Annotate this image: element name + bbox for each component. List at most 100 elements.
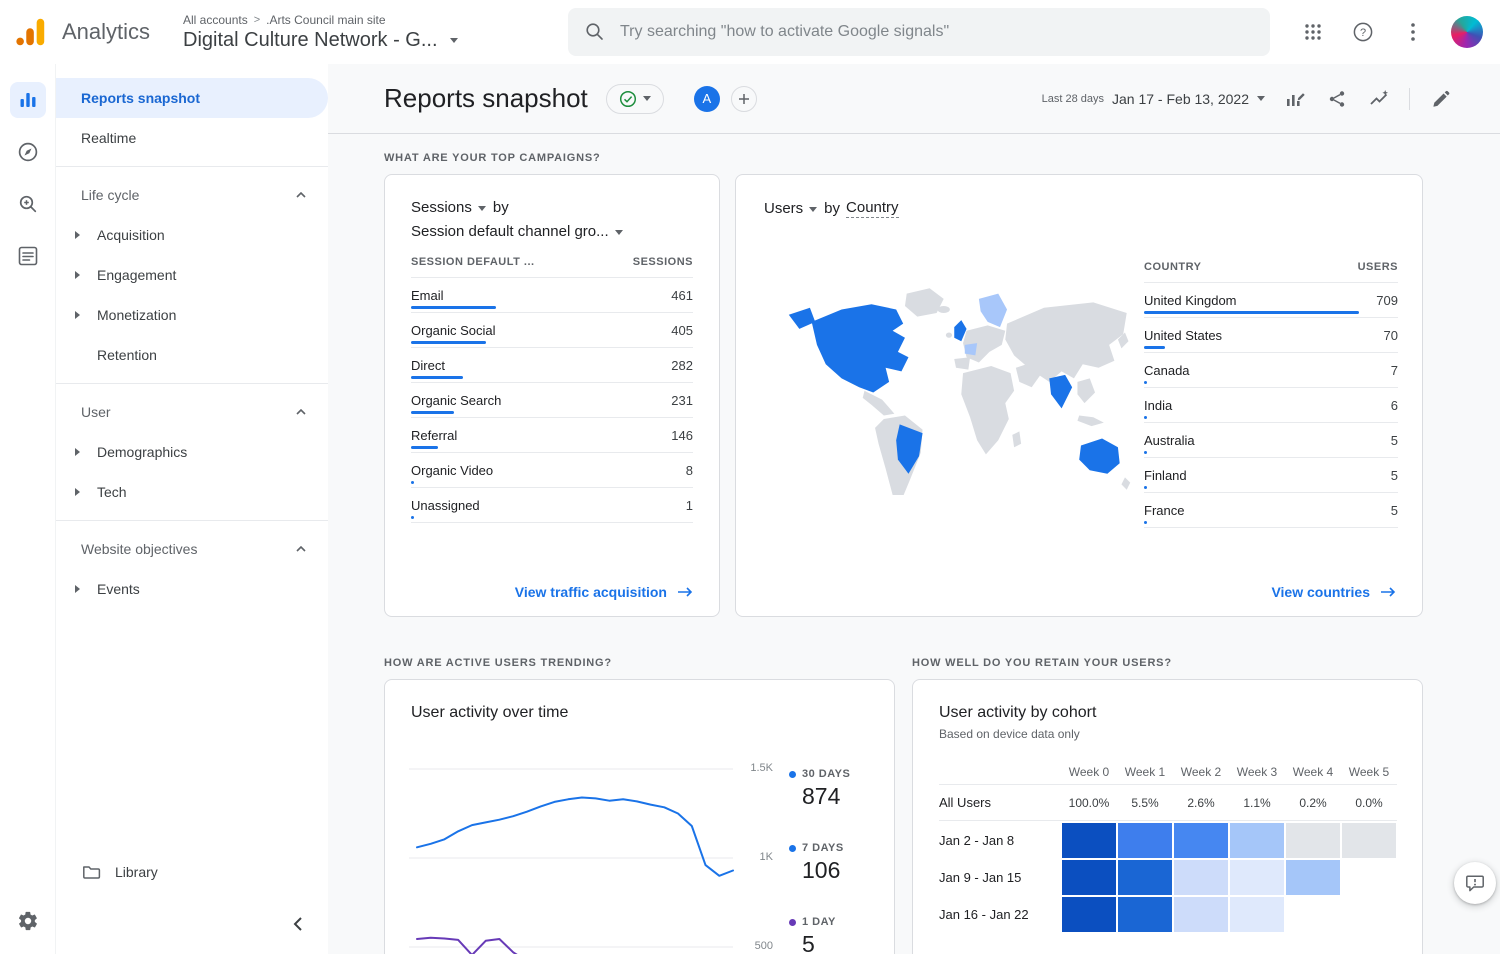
row-label: Organic Video (411, 463, 493, 478)
arrow-right-icon (1380, 586, 1396, 598)
divider (56, 166, 328, 167)
property-selector[interactable]: Digital Culture Network - G... (183, 29, 554, 52)
cohort-card: User activity by cohort Based on device … (912, 679, 1423, 954)
sidebar-item-retention[interactable]: Retention (56, 335, 328, 375)
chevron-down-icon (643, 96, 651, 101)
gridline-label: 500 (737, 940, 773, 952)
collapse-sidebar-button[interactable] (286, 911, 310, 940)
sidebar-item-label: Tech (97, 484, 127, 500)
legend-1-day: 1 DAY 5 (789, 916, 850, 954)
row-value: 5 (1391, 433, 1398, 448)
sidebar-item-realtime[interactable]: Realtime (56, 118, 328, 158)
google-analytics-logo[interactable] (14, 15, 48, 49)
cohort-row-label: All Users (939, 785, 1061, 821)
nav-admin-gear-icon[interactable] (0, 910, 56, 932)
cohort-row-label: Jan 16 - Jan 22 (939, 895, 1061, 932)
row-label: Direct (411, 358, 445, 373)
apps-grid-icon[interactable] (1301, 20, 1325, 44)
chevron-down-icon (1257, 96, 1265, 101)
section-title: Life cycle (81, 187, 139, 203)
customize-report-icon[interactable] (1283, 87, 1307, 111)
nav-explore-icon[interactable] (10, 134, 46, 170)
nav-reports-icon[interactable] (10, 82, 46, 118)
share-icon[interactable] (1325, 87, 1349, 111)
product-name: Analytics (62, 19, 150, 45)
insights-icon[interactable] (1367, 87, 1391, 111)
row-label: United States (1144, 328, 1222, 343)
table-row: Email461 (411, 278, 693, 313)
sidebar-item-tech[interactable]: Tech (56, 472, 328, 512)
expand-arrow-icon (75, 488, 80, 496)
app-nav-rail (0, 64, 56, 954)
nav-advertising-icon[interactable] (10, 238, 46, 274)
edit-report-icon[interactable] (1428, 87, 1452, 111)
legend-value: 106 (802, 857, 850, 884)
view-traffic-acquisition-link[interactable]: View traffic acquisition (515, 584, 693, 600)
metric-selector[interactable]: Sessions (411, 199, 472, 216)
table-row: France5 (1144, 493, 1398, 528)
row-label: Unassigned (411, 498, 480, 513)
row-bar (1144, 346, 1165, 349)
sidebar-item-monetization[interactable]: Monetization (56, 295, 328, 335)
breadcrumb-separator: > (254, 14, 260, 26)
top-app-bar: Analytics All accounts > .Arts Council m… (0, 0, 1500, 64)
week-header: Week 2 (1173, 759, 1229, 785)
row-bar (1144, 486, 1147, 489)
comparison-chip[interactable]: A (694, 86, 720, 112)
column-header-dimension: SESSION DEFAULT ... (411, 256, 535, 268)
card-subtitle: Based on device data only (939, 727, 1396, 741)
cohort-cell (1174, 860, 1228, 895)
global-search-bar[interactable] (568, 8, 1270, 56)
sidebar-item-engagement[interactable]: Engagement (56, 255, 328, 295)
breadcrumb-all-accounts[interactable]: All accounts (183, 13, 248, 27)
account-avatar[interactable] (1451, 16, 1483, 48)
dimension-selector[interactable]: Session default channel gro... (411, 223, 609, 240)
feedback-button[interactable] (1454, 862, 1496, 904)
row-label: India (1144, 398, 1172, 413)
cohort-value: 0.2% (1285, 785, 1341, 821)
cohort-cell (1118, 897, 1172, 932)
section-label-campaigns: WHAT ARE YOUR TOP CAMPAIGNS? (384, 152, 1500, 164)
sidebar-item-label: Library (115, 864, 158, 880)
metric-selector[interactable]: Users (764, 200, 803, 217)
view-countries-link[interactable]: View countries (1271, 584, 1396, 600)
row-bar (411, 341, 486, 344)
sidebar-item-demographics[interactable]: Demographics (56, 432, 328, 472)
cohort-cell (1286, 860, 1340, 895)
sidebar-section-website-objectives[interactable]: Website objectives (56, 529, 328, 569)
dimension-selector[interactable]: Country (846, 199, 899, 218)
divider (56, 520, 328, 521)
section-title: User (81, 404, 111, 420)
data-quality-pill[interactable] (606, 84, 664, 114)
sidebar-item-library[interactable]: Library (81, 862, 158, 882)
table-header: SESSION DEFAULT ... SESSIONS (411, 256, 693, 278)
report-nav-sidebar: Reports snapshot Realtime Life cycle Acq… (56, 64, 328, 954)
cohort-cell (1174, 897, 1228, 932)
cohort-cell (1286, 897, 1340, 932)
cohort-cell (1118, 823, 1172, 858)
sidebar-item-label: Realtime (81, 130, 136, 146)
help-icon[interactable]: ? (1351, 20, 1375, 44)
sidebar-section-life-cycle[interactable]: Life cycle (56, 175, 328, 215)
add-comparison-button[interactable] (731, 86, 757, 112)
row-label: Organic Search (411, 393, 501, 408)
nav-search-ads-icon[interactable] (10, 186, 46, 222)
row-bar (411, 446, 438, 449)
search-icon (584, 21, 606, 43)
sidebar-section-user[interactable]: User (56, 392, 328, 432)
breadcrumb-account[interactable]: .Arts Council main site (266, 13, 385, 27)
sidebar-item-acquisition[interactable]: Acquisition (56, 215, 328, 255)
by-label: by (493, 199, 509, 216)
search-input[interactable] (620, 23, 1220, 41)
date-range-picker[interactable]: Last 28 days Jan 17 - Feb 13, 2022 (1042, 91, 1265, 107)
chevron-left-icon (292, 917, 304, 931)
overflow-menu-icon[interactable] (1401, 20, 1425, 44)
row-label: Canada (1144, 363, 1190, 378)
legend-dot (789, 845, 796, 852)
sidebar-item-reports-snapshot[interactable]: Reports snapshot (56, 78, 328, 118)
sessions-by-channel-card: Sessions by Session default channel gro.… (384, 174, 720, 617)
row-label: Finland (1144, 468, 1187, 483)
row-value: 7 (1391, 363, 1398, 378)
legend-value: 5 (802, 931, 850, 954)
sidebar-item-events[interactable]: Events (56, 569, 328, 609)
